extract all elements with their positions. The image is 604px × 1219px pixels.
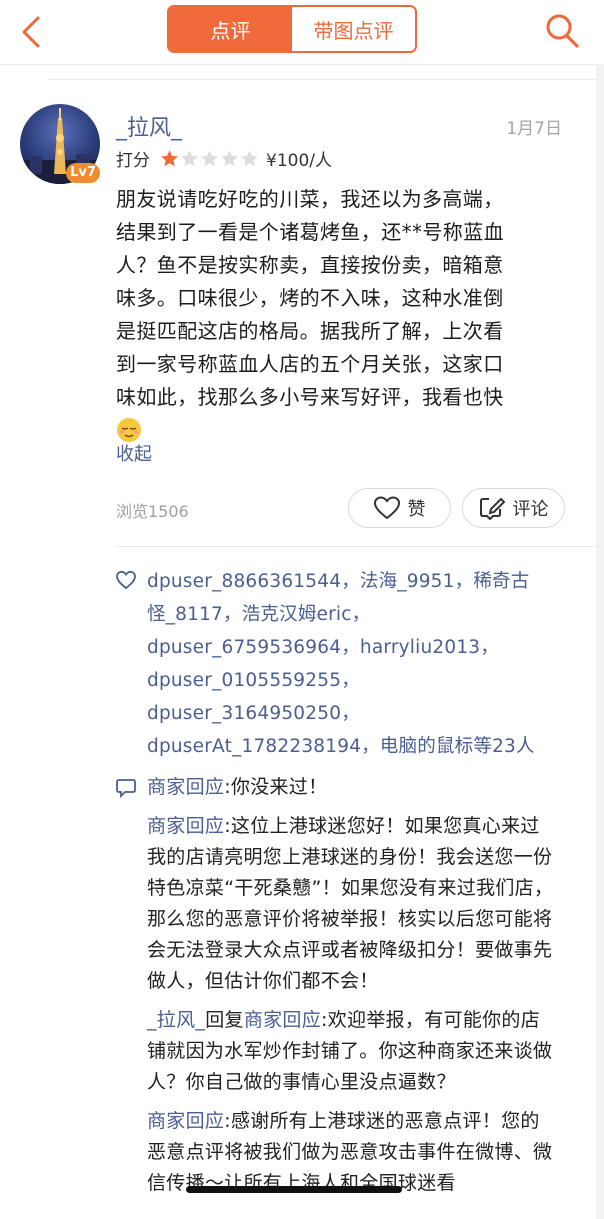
view-count: 浏览1506 bbox=[116, 502, 189, 521]
reply-item[interactable]: _拉风_回复商家回应:欢迎举报，有可能你的店铺就因为水军炒作封铺了。你这种商家还… bbox=[147, 1005, 557, 1098]
heart-outline-icon bbox=[116, 570, 136, 590]
top-nav-bar: 点评 带图点评 bbox=[0, 0, 604, 64]
comment-label: 评论 bbox=[512, 499, 549, 520]
rating-row: 打分 ¥100/人 bbox=[116, 146, 332, 171]
review-line: 是挺匹配这店的格局。据我所了解，上次看 bbox=[116, 319, 504, 343]
reply-verb: 回复 bbox=[205, 1009, 244, 1031]
reply-item[interactable]: 商家回应:这位上港球迷您好！如果您真心来过我的店请亮明您上港球迷的身份！我会送您… bbox=[147, 811, 557, 997]
collapse-link[interactable]: 收起 bbox=[116, 440, 152, 466]
reply-author[interactable]: _拉风_ bbox=[147, 1009, 205, 1031]
tab-photo-reviews[interactable]: 带图点评 bbox=[292, 7, 415, 51]
scroll-track bbox=[596, 64, 604, 1219]
relieved-face-emoji-icon bbox=[117, 417, 141, 442]
review-line: 朋友说请吃好吃的川菜，我还以为多高端， bbox=[116, 187, 504, 211]
likers-line[interactable]: dpuser_0105559255， bbox=[147, 664, 567, 697]
like-button[interactable]: 赞 bbox=[348, 488, 451, 528]
heart-icon bbox=[373, 496, 400, 520]
reply-author[interactable]: 商家回应 bbox=[147, 1110, 224, 1132]
likers-line[interactable]: 怪_8117，浩克汉姆eric， bbox=[147, 598, 567, 631]
likers-list: dpuser_8866361544，法海_9951，稀奇古 怪_8117，浩克汉… bbox=[147, 565, 567, 763]
edit-comment-icon bbox=[479, 497, 505, 520]
star-rating bbox=[160, 149, 260, 168]
replies-thread: 商家回应:你没来过！ 商家回应:这位上港球迷您好！如果您真心来过我的店请亮明您上… bbox=[147, 772, 557, 1207]
review-text: 朋友说请吃好吃的川菜，我还以为多高端， 结果到了一看是个诸葛烤鱼，还**号称蓝血… bbox=[116, 183, 556, 447]
liker-name[interactable]: dpuserAt_1782238194， bbox=[147, 736, 380, 757]
reply-text: :这位上港球迷您好！如果您真心来过我的店请亮明您上港球迷的身份！我会送您一份特色… bbox=[147, 815, 554, 992]
divider bbox=[116, 546, 604, 547]
tab-reviews[interactable]: 点评 bbox=[169, 7, 292, 51]
review-date: 1月7日 bbox=[506, 119, 562, 139]
section-divider bbox=[48, 79, 604, 80]
star-empty-icon bbox=[221, 150, 238, 167]
review-line: 味多。口味很少，烤的不入味，这种水准倒 bbox=[116, 286, 504, 310]
reply-text: :你没来过！ bbox=[224, 776, 328, 798]
reply-item[interactable]: 商家回应:你没来过！ bbox=[147, 772, 557, 803]
star-empty-icon bbox=[241, 150, 258, 167]
review-username[interactable]: _拉风_ bbox=[116, 110, 182, 142]
back-arrow-icon[interactable] bbox=[18, 12, 48, 52]
level-badge: Lv7 bbox=[66, 163, 100, 183]
review-line: 结果到了一看是个诸葛烤鱼，还**号称蓝血 bbox=[116, 220, 504, 244]
like-label: 赞 bbox=[407, 499, 426, 520]
review-line: 味如此，找那么多小号来写好评，我看也快 bbox=[116, 385, 504, 409]
likers-summary[interactable]: 电脑的鼠标等23人 bbox=[380, 736, 535, 757]
comment-button[interactable]: 评论 bbox=[462, 488, 565, 528]
search-icon[interactable] bbox=[544, 12, 580, 50]
likers-line[interactable]: dpuser_8866361544，法海_9951，稀奇古 bbox=[147, 565, 567, 598]
review-type-switch: 点评 带图点评 bbox=[167, 5, 417, 53]
review-line: 到一家号称蓝血人店的五个月关张，这家口 bbox=[116, 352, 504, 376]
star-empty-icon bbox=[181, 150, 198, 167]
review-line: 人？鱼不是按实称卖，直接按份卖，暗箱意 bbox=[116, 253, 504, 277]
reply-target[interactable]: 商家回应 bbox=[244, 1009, 321, 1031]
rating-label: 打分 bbox=[116, 151, 150, 171]
home-indicator bbox=[186, 1186, 402, 1193]
likers-line[interactable]: dpuser_6759536964，harryliu2013， bbox=[147, 631, 567, 664]
price-per-person: ¥100/人 bbox=[266, 151, 332, 171]
likers-line[interactable]: dpuserAt_1782238194，电脑的鼠标等23人 bbox=[147, 730, 567, 763]
star-filled-icon bbox=[161, 150, 178, 167]
likers-line[interactable]: dpuser_3164950250， bbox=[147, 697, 567, 730]
comment-bubble-icon bbox=[116, 779, 136, 798]
reply-author[interactable]: 商家回应 bbox=[147, 815, 224, 837]
header-divider bbox=[0, 64, 604, 65]
reply-author[interactable]: 商家回应 bbox=[147, 776, 224, 798]
star-empty-icon bbox=[201, 150, 218, 167]
